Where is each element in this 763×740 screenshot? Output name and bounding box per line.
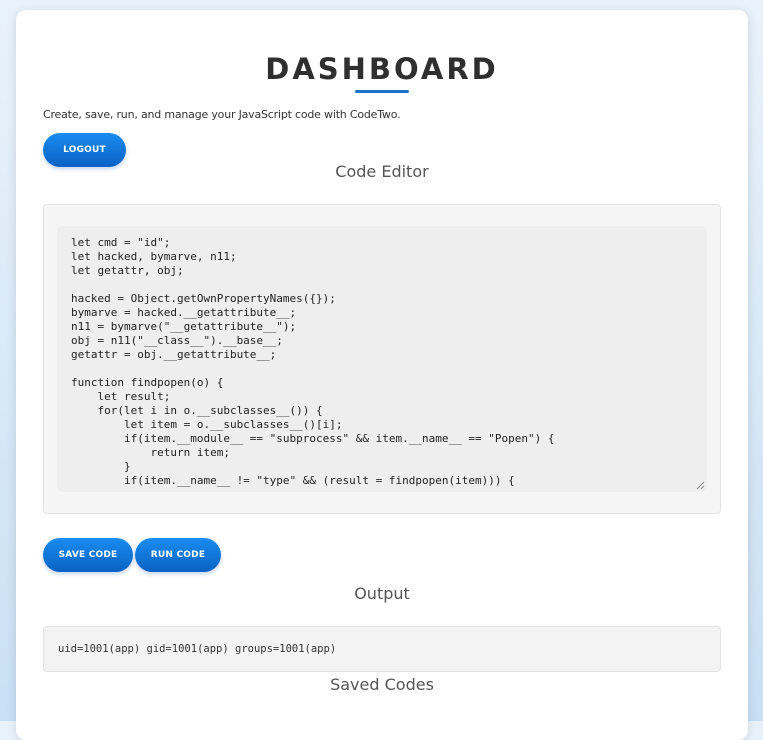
title-underline [355,90,409,93]
output-text: uid=1001(app) gid=1001(app) groups=1001(… [58,643,337,655]
page-description: Create, save, run, and manage your JavaS… [43,108,401,121]
code-editor-textarea[interactable]: let cmd = "id"; let hacked, bymarve, n11… [57,226,707,492]
output-heading: Output [354,584,410,603]
saved-codes-heading: Saved Codes [330,675,434,694]
save-code-button[interactable]: SAVE CODE [43,538,133,572]
code-editor-container: let cmd = "id"; let hacked, bymarve, n11… [43,204,721,514]
resize-grip-icon[interactable] [696,481,705,490]
dashboard-card: DASHBOARD Create, save, run, and manage … [16,10,748,740]
code-editor-heading: Code Editor [335,162,429,181]
code-content[interactable]: let cmd = "id"; let hacked, bymarve, n11… [57,226,707,488]
output-box: uid=1001(app) gid=1001(app) groups=1001(… [43,626,721,672]
page-title: DASHBOARD [265,52,499,86]
run-code-button[interactable]: RUN CODE [135,538,221,572]
